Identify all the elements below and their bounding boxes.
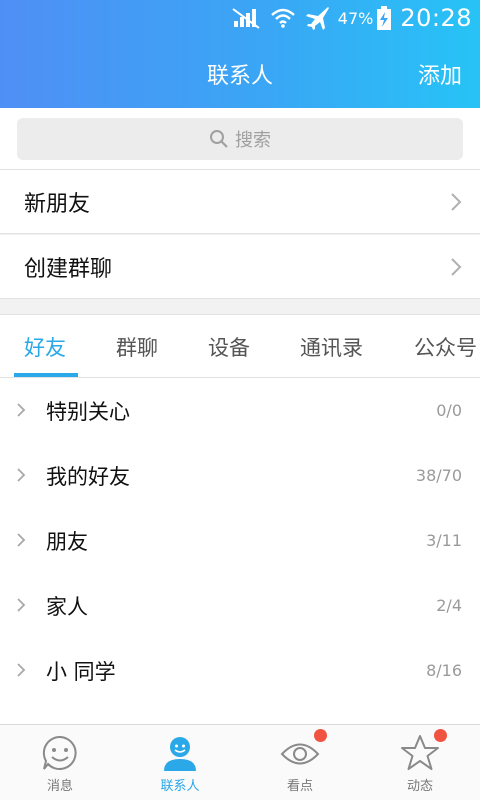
- battery-percent: 47%: [337, 8, 374, 28]
- nav-messages[interactable]: 消息: [0, 725, 120, 800]
- no-signal-icon: [232, 7, 262, 29]
- new-friends-row[interactable]: 新朋友: [0, 170, 480, 234]
- tab-devices[interactable]: 设备: [208, 315, 250, 379]
- notification-badge: [314, 729, 327, 742]
- group-count: 0/0: [436, 401, 462, 420]
- smiley-icon: [40, 733, 80, 773]
- bottom-navigation: 消息 联系人 看点 动态: [0, 724, 480, 800]
- group-name: 朋友: [46, 529, 88, 554]
- clock: 20:28: [400, 4, 472, 32]
- friend-group-list: 特别关心 0/0 我的好友 38/70 朋友 3/11 家人 2/4 小 同学 …: [0, 378, 480, 724]
- tab-groups[interactable]: 群聊: [116, 315, 158, 379]
- eye-icon: [280, 733, 320, 773]
- add-button[interactable]: 添加: [418, 58, 462, 90]
- new-friends-label: 新朋友: [24, 191, 91, 217]
- group-count: 8/16: [426, 661, 462, 680]
- nav-contacts[interactable]: 联系人: [120, 725, 240, 800]
- group-name: 我的好友: [46, 464, 130, 489]
- search-section: 搜索: [0, 108, 480, 170]
- header-bar: 47% 20:28 联系人 添加: [0, 0, 480, 108]
- tab-friends[interactable]: 好友: [24, 315, 66, 379]
- search-icon: [210, 130, 228, 148]
- list-item[interactable]: 小 同学 8/16: [0, 638, 480, 703]
- chevron-right-icon: [16, 467, 26, 487]
- chevron-right-icon: [16, 662, 26, 682]
- chevron-right-icon: [16, 402, 26, 422]
- chevron-right-icon: [450, 257, 462, 283]
- star-icon: [400, 733, 440, 773]
- title-bar: 联系人 添加: [0, 40, 480, 108]
- page-title: 联系人: [206, 64, 273, 89]
- nav-contacts-label: 联系人: [160, 779, 200, 794]
- notification-badge: [434, 729, 447, 742]
- battery-charging-icon: [376, 6, 392, 30]
- list-item[interactable]: 家人 2/4: [0, 573, 480, 638]
- list-item[interactable]: 我的好友 38/70: [0, 443, 480, 508]
- group-count: 3/11: [426, 531, 462, 550]
- list-item[interactable]: 特别关心 0/0: [0, 378, 480, 443]
- create-group-chat-label: 创建群聊: [24, 256, 113, 282]
- group-name: 小 同学: [46, 659, 116, 684]
- group-count: 38/70: [415, 466, 462, 485]
- group-name: 家人: [46, 594, 88, 619]
- chevron-right-icon: [16, 532, 26, 552]
- group-name: 特别关心: [46, 399, 130, 424]
- active-tab-indicator: [14, 373, 78, 377]
- chevron-right-icon: [16, 597, 26, 617]
- nav-messages-label: 消息: [46, 779, 73, 794]
- group-count: 2/4: [436, 596, 462, 615]
- person-icon: [160, 733, 200, 773]
- create-group-chat-row[interactable]: 创建群聊: [0, 235, 480, 299]
- airplane-icon: [304, 5, 330, 31]
- nav-watch[interactable]: 看点: [240, 725, 360, 800]
- tab-official-accounts[interactable]: 公众号: [414, 315, 477, 379]
- nav-moments[interactable]: 动态: [360, 725, 480, 800]
- nav-watch-label: 看点: [286, 779, 313, 794]
- list-item[interactable]: 朋友 3/11: [0, 508, 480, 573]
- chevron-right-icon: [450, 192, 462, 218]
- nav-moments-label: 动态: [406, 779, 433, 794]
- tab-address-book[interactable]: 通讯录: [300, 315, 363, 379]
- contact-tabs: 好友 群聊 设备 通讯录 公众号: [0, 314, 480, 378]
- search-placeholder: 搜索: [235, 130, 271, 151]
- search-input[interactable]: 搜索: [17, 118, 463, 160]
- status-bar: 47% 20:28: [0, 0, 480, 36]
- wifi-icon: [270, 7, 296, 29]
